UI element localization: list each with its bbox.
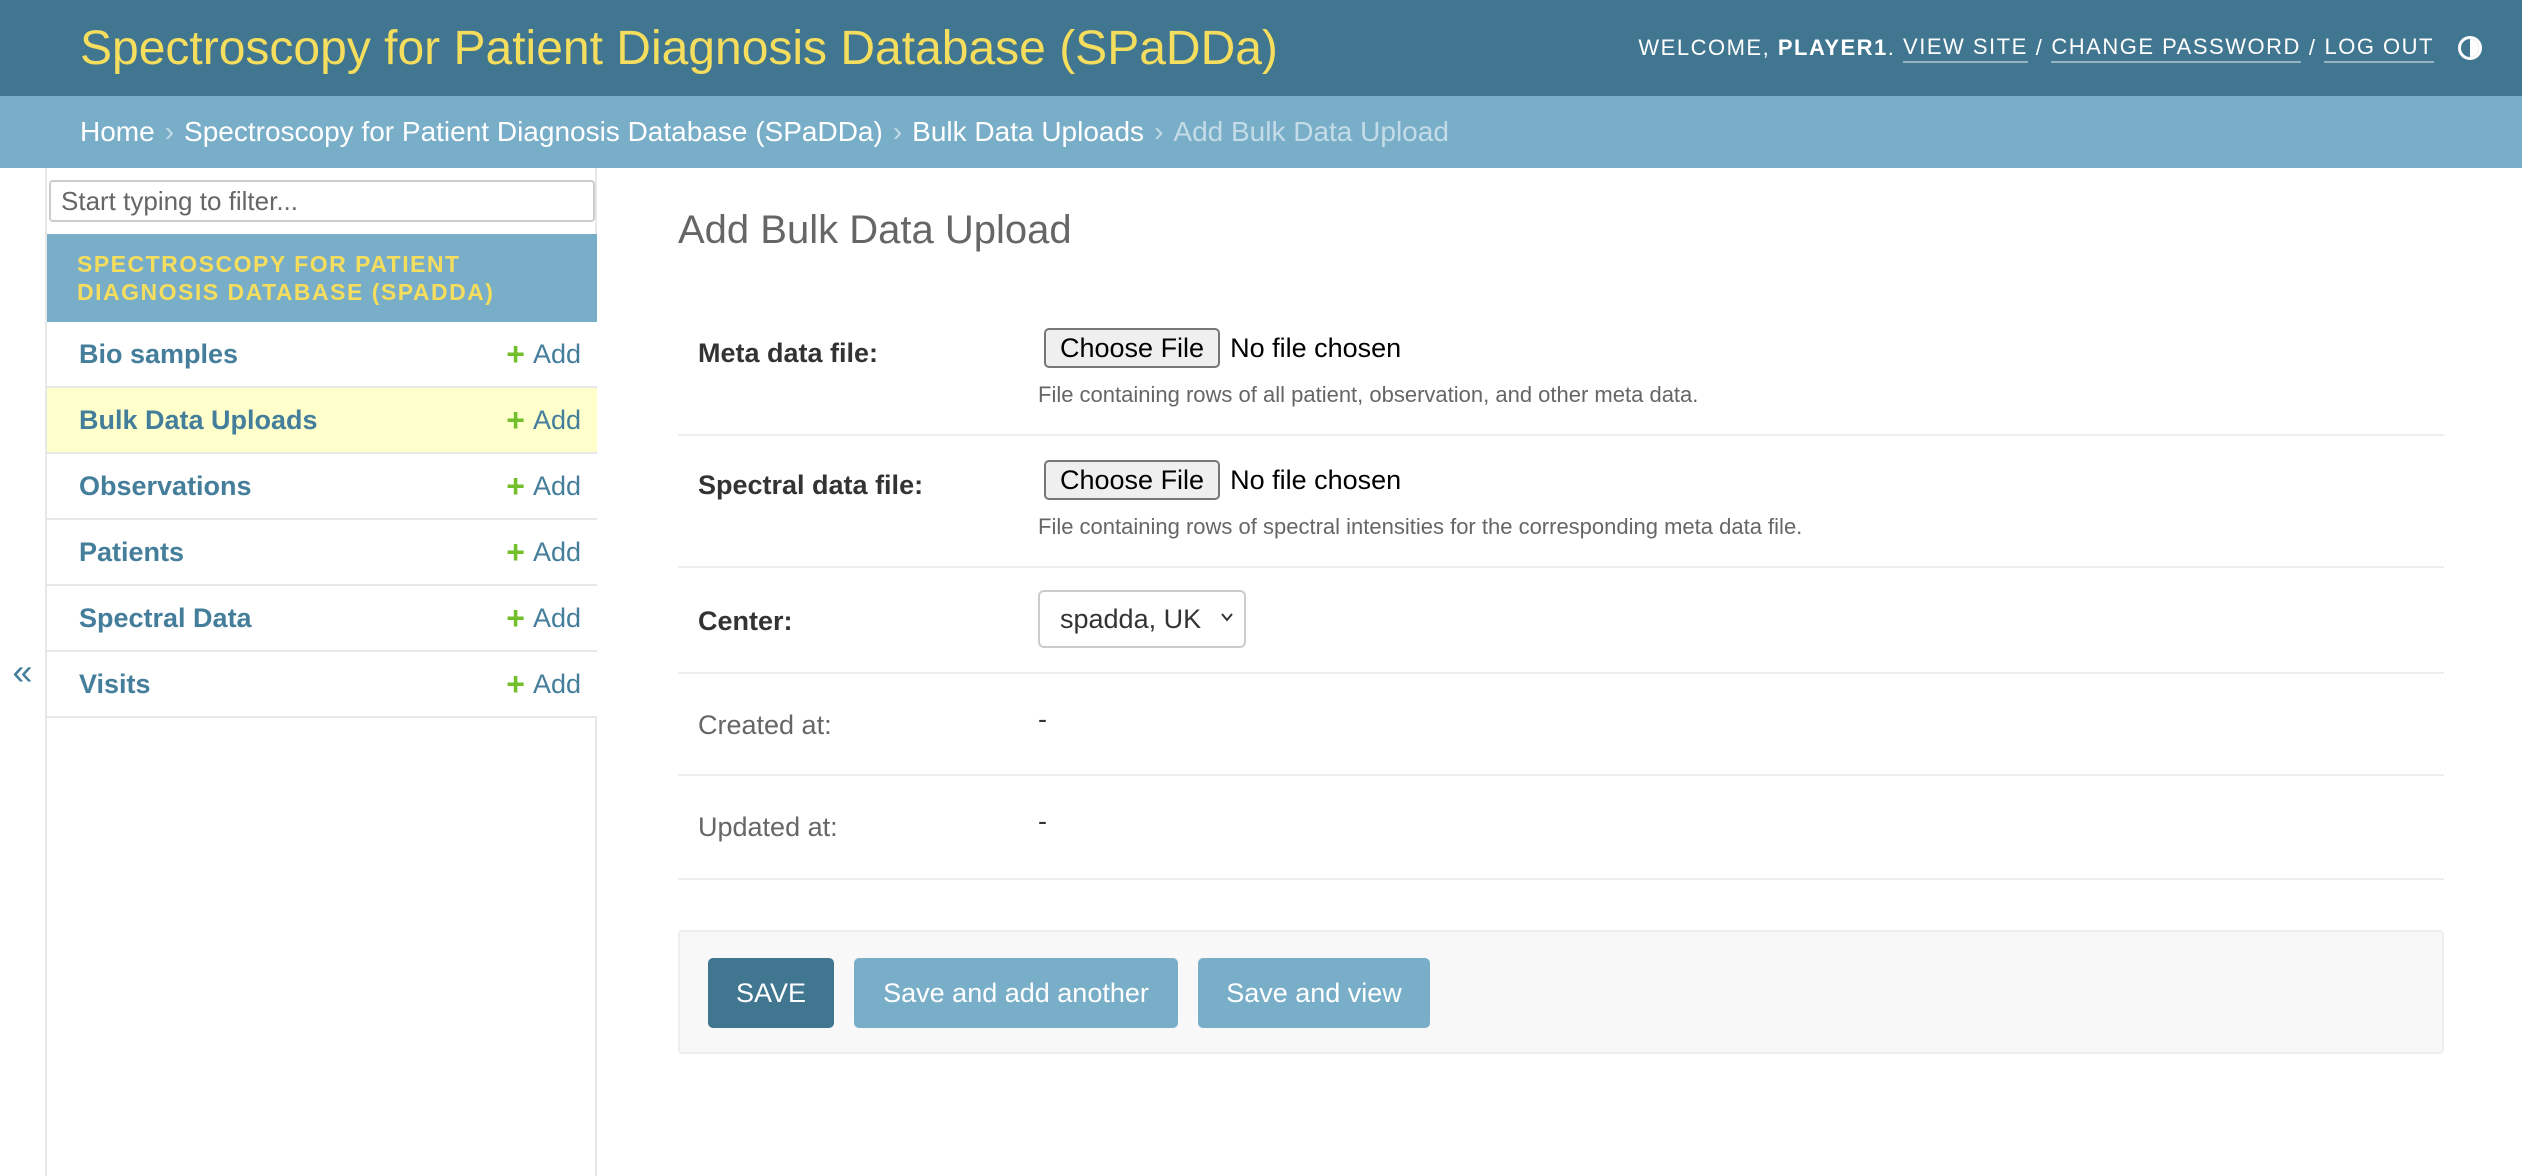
toggle-sidebar-button[interactable]: « bbox=[0, 168, 45, 1176]
sidebar-item-label[interactable]: Bio samples bbox=[79, 339, 238, 370]
separator: / bbox=[2308, 35, 2317, 60]
add-label: Add bbox=[532, 602, 581, 633]
created-at-label: Created at: bbox=[698, 710, 832, 740]
add-label: Add bbox=[532, 338, 581, 369]
add-bio-sample-link[interactable]: + Add bbox=[506, 338, 581, 370]
spectral-data-file-label: Spectral data file: bbox=[698, 470, 924, 500]
meta-data-choose-file-button[interactable]: Choose File bbox=[1044, 328, 1221, 368]
sidebar-item-label[interactable]: Bulk Data Uploads bbox=[79, 405, 318, 436]
meta-data-file-input: Choose File No file chosen bbox=[1044, 328, 1401, 368]
page-title: Add Bulk Data Upload bbox=[678, 208, 1072, 252]
form-row-spectral-data-file: Spectral data file: Choose File No file … bbox=[678, 436, 2444, 568]
form-row-created-at: Created at: - bbox=[678, 674, 2444, 776]
add-label: Add bbox=[532, 404, 581, 435]
add-bulk-data-upload-link[interactable]: + Add bbox=[506, 404, 581, 436]
sidebar-item-label[interactable]: Observations bbox=[79, 471, 252, 502]
breadcrumb-separator: › bbox=[892, 116, 903, 147]
sidebar-item-label[interactable]: Patients bbox=[79, 537, 184, 568]
welcome-text: Welcome, bbox=[1638, 35, 1771, 60]
breadcrumb-home[interactable]: Home bbox=[80, 116, 155, 148]
save-and-view-button[interactable]: Save and view bbox=[1198, 958, 1430, 1028]
sidebar-item-spectral-data: Spectral Data + Add bbox=[47, 586, 597, 652]
sidebar-item-label[interactable]: Spectral Data bbox=[79, 603, 252, 634]
nav-sidebar: Spectroscopy for Patient Diagnosis Datab… bbox=[45, 168, 597, 1176]
plus-icon: + bbox=[506, 402, 525, 438]
add-patient-link[interactable]: + Add bbox=[506, 536, 581, 568]
add-observation-link[interactable]: + Add bbox=[506, 470, 581, 502]
user-tools: Welcome, player1. View site / Change pas… bbox=[1638, 34, 2522, 63]
sidebar-item-label[interactable]: Visits bbox=[79, 669, 151, 700]
log-out-link[interactable]: Log out bbox=[2324, 34, 2434, 63]
center-selected-value: spadda, UK bbox=[1060, 603, 1202, 634]
add-label: Add bbox=[532, 470, 581, 501]
sidebar-item-bulk-data-uploads: Bulk Data Uploads + Add bbox=[47, 388, 597, 454]
site-name-link[interactable]: Spectroscopy for Patient Diagnosis Datab… bbox=[80, 22, 1278, 75]
sidebar-item-visits: Visits + Add bbox=[47, 652, 597, 718]
chevron-down-icon bbox=[1221, 613, 1233, 622]
sidebar-item-patients: Patients + Add bbox=[47, 520, 597, 586]
nav-filter-input[interactable] bbox=[49, 180, 595, 222]
add-label: Add bbox=[532, 536, 581, 567]
sidebar-item-observations: Observations + Add bbox=[47, 454, 597, 520]
breadcrumb: Home › Spectroscopy for Patient Diagnosi… bbox=[0, 96, 2522, 168]
theme-toggle-icon[interactable] bbox=[2458, 36, 2482, 60]
plus-icon: + bbox=[506, 666, 525, 702]
spectral-data-help-text: File containing rows of spectral intensi… bbox=[1038, 514, 1803, 539]
plus-icon: + bbox=[506, 468, 525, 504]
breadcrumb-current: Add Bulk Data Upload bbox=[1173, 116, 1449, 147]
updated-at-value: - bbox=[1038, 806, 1047, 836]
add-spectral-data-link[interactable]: + Add bbox=[506, 602, 581, 634]
change-password-link[interactable]: Change password bbox=[2051, 34, 2301, 63]
submit-row: Save Save and add another Save and view bbox=[678, 930, 2444, 1054]
meta-data-file-label: Meta data file: bbox=[698, 338, 879, 368]
plus-icon: + bbox=[506, 600, 525, 636]
meta-data-file-status: No file chosen bbox=[1230, 332, 1402, 363]
spectral-data-file-status: No file chosen bbox=[1230, 464, 1402, 495]
breadcrumb-app[interactable]: Spectroscopy for Patient Diagnosis Datab… bbox=[184, 116, 883, 148]
spectral-data-file-input: Choose File No file chosen bbox=[1044, 460, 1401, 500]
center-select[interactable]: spadda, UK bbox=[1038, 590, 1246, 648]
branding: Spectroscopy for Patient Diagnosis Datab… bbox=[0, 21, 1278, 76]
add-visit-link[interactable]: + Add bbox=[506, 668, 581, 700]
sidebar-item-bio-samples: Bio samples + Add bbox=[47, 322, 597, 388]
created-at-value: - bbox=[1038, 704, 1047, 734]
form-row-center: Center: spadda, UK bbox=[678, 568, 2444, 674]
plus-icon: + bbox=[506, 534, 525, 570]
breadcrumb-separator: › bbox=[1154, 116, 1164, 147]
site-header: Spectroscopy for Patient Diagnosis Datab… bbox=[0, 0, 2522, 96]
username: player1 bbox=[1777, 35, 1888, 60]
save-and-add-another-button[interactable]: Save and add another bbox=[854, 958, 1178, 1028]
separator: / bbox=[2035, 35, 2044, 60]
updated-at-label: Updated at: bbox=[698, 812, 838, 842]
app-caption-link[interactable]: Spectroscopy for Patient Diagnosis Datab… bbox=[47, 234, 597, 322]
view-site-link[interactable]: View site bbox=[1903, 34, 2028, 63]
add-label: Add bbox=[532, 668, 581, 699]
save-button[interactable]: Save bbox=[708, 958, 834, 1028]
meta-data-help-text: File containing rows of all patient, obs… bbox=[1038, 382, 1699, 407]
plus-icon: + bbox=[506, 336, 525, 372]
breadcrumb-separator: › bbox=[164, 116, 175, 147]
form-row-updated-at: Updated at: - bbox=[678, 776, 2444, 880]
breadcrumb-model[interactable]: Bulk Data Uploads bbox=[912, 116, 1144, 148]
spectral-data-choose-file-button[interactable]: Choose File bbox=[1044, 460, 1221, 500]
form-row-meta-data-file: Meta data file: Choose File No file chos… bbox=[678, 304, 2444, 436]
center-label: Center: bbox=[698, 606, 793, 636]
